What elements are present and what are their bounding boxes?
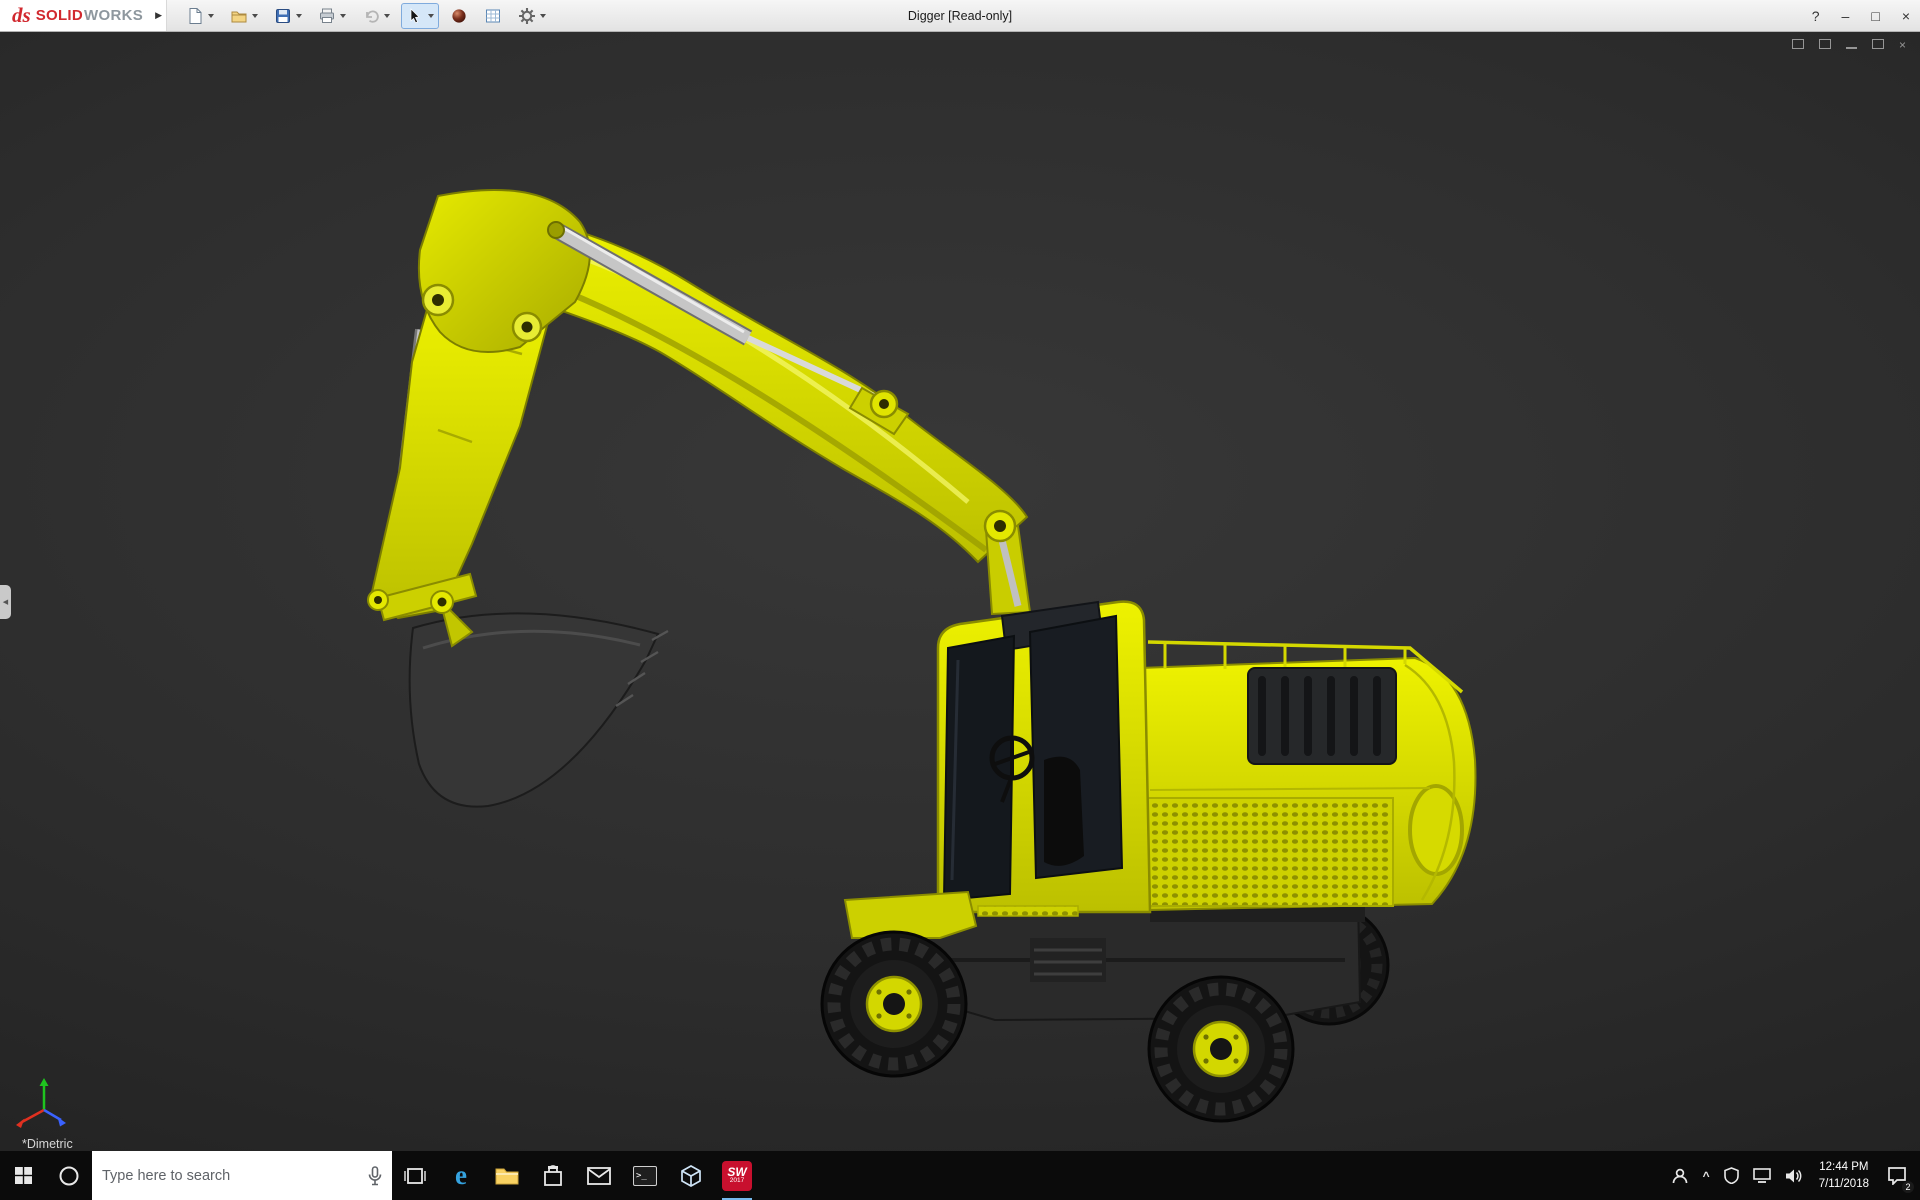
window-title: Digger [Read-only] xyxy=(908,0,1012,32)
solidworks-logo: ds SOLID WORKS xyxy=(0,0,151,31)
security-button[interactable] xyxy=(1717,1151,1746,1200)
shield-icon xyxy=(1724,1167,1739,1184)
speaker-icon xyxy=(1785,1168,1803,1184)
undo-button[interactable] xyxy=(357,3,395,29)
taskbar-search[interactable] xyxy=(92,1151,392,1200)
document-window-controls: × xyxy=(1792,39,1906,51)
print-icon xyxy=(318,7,336,25)
store-button[interactable] xyxy=(530,1151,576,1200)
orientation-label: *Dimetric xyxy=(22,1137,73,1151)
side-panel-collapse-handle[interactable]: ◀ xyxy=(0,585,11,619)
3d-viewer-button[interactable] xyxy=(668,1151,714,1200)
taskbar-search-input[interactable] xyxy=(102,1168,360,1184)
excavator-3d-model[interactable] xyxy=(0,32,1920,1151)
open-button[interactable] xyxy=(225,3,263,29)
task-view-icon xyxy=(404,1165,426,1187)
task-view-button[interactable] xyxy=(392,1151,438,1200)
clock-time: 12:44 PM xyxy=(1819,1159,1869,1175)
tray-expand-button[interactable]: ^ xyxy=(1696,1151,1717,1200)
3d-viewport[interactable]: × ◀ xyxy=(0,32,1920,1151)
sphere-icon xyxy=(450,7,468,25)
close-doc-icon[interactable]: × xyxy=(1899,39,1906,51)
engine-housing xyxy=(1108,642,1475,910)
taskbar-clock[interactable]: 12:44 PM 7/11/2018 xyxy=(1810,1159,1878,1191)
cascade-window-icon[interactable] xyxy=(1819,39,1831,51)
edge-button[interactable]: e xyxy=(438,1151,484,1200)
folder-icon xyxy=(495,1166,519,1186)
maximize-button[interactable]: □ xyxy=(1871,9,1879,23)
restore-doc-icon[interactable] xyxy=(1872,39,1884,51)
cortana-button[interactable] xyxy=(46,1151,92,1200)
bucket xyxy=(410,613,668,806)
chevron-up-icon: ^ xyxy=(1703,1169,1710,1183)
dropdown-caret[interactable] xyxy=(540,14,546,18)
mass-properties-button[interactable] xyxy=(445,3,473,29)
solidworks-taskbar-button[interactable]: SW 2017 xyxy=(714,1151,760,1200)
options-button[interactable] xyxy=(513,3,551,29)
console-button[interactable]: >_ xyxy=(622,1151,668,1200)
minimize-button[interactable]: – xyxy=(1842,9,1850,23)
solidworks-app-icon: SW 2017 xyxy=(722,1161,752,1191)
windows-logo-icon xyxy=(15,1167,32,1184)
save-floppy-icon xyxy=(274,7,292,25)
dropdown-caret[interactable] xyxy=(296,14,302,18)
volume-button[interactable] xyxy=(1778,1151,1810,1200)
brand-solid: SOLID xyxy=(36,7,83,24)
people-button[interactable] xyxy=(1664,1151,1696,1200)
clock-date: 7/11/2018 xyxy=(1819,1176,1869,1192)
window-controls: ? – □ × xyxy=(1812,0,1910,32)
mail-button[interactable] xyxy=(576,1151,622,1200)
new-document-button[interactable] xyxy=(181,3,219,29)
action-center-button[interactable]: 2 xyxy=(1878,1151,1916,1200)
cube-icon xyxy=(680,1165,702,1187)
save-button[interactable] xyxy=(269,3,307,29)
open-folder-icon xyxy=(230,7,248,25)
sheet-button[interactable] xyxy=(479,3,507,29)
menu-expand-arrow[interactable]: ▶ xyxy=(151,0,167,31)
system-tray: ^ 12:44 PM 7/11/2018 2 xyxy=(1664,1151,1920,1200)
cortana-circle-icon xyxy=(58,1165,80,1187)
ds-logo-icon: ds xyxy=(12,5,31,26)
file-explorer-button[interactable] xyxy=(484,1151,530,1200)
network-icon xyxy=(1753,1168,1771,1183)
help-button[interactable]: ? xyxy=(1812,9,1820,23)
select-cursor-icon xyxy=(406,7,424,25)
microphone-icon[interactable] xyxy=(368,1166,382,1186)
front-right-wheel xyxy=(1149,977,1293,1121)
dropdown-caret[interactable] xyxy=(428,14,434,18)
start-button[interactable] xyxy=(0,1151,46,1200)
mail-envelope-icon xyxy=(587,1167,611,1185)
front-left-wheel xyxy=(822,932,966,1076)
store-bag-icon xyxy=(543,1165,563,1187)
notification-badge: 2 xyxy=(1902,1181,1914,1193)
dropdown-caret[interactable] xyxy=(208,14,214,18)
minimize-doc-icon[interactable] xyxy=(1846,39,1857,51)
app-menubar: ds SOLID WORKS ▶ xyxy=(0,0,1920,32)
front-fender xyxy=(845,892,976,938)
network-button[interactable] xyxy=(1746,1151,1778,1200)
close-button[interactable]: × xyxy=(1902,9,1910,23)
undo-icon xyxy=(362,7,380,25)
dropdown-caret[interactable] xyxy=(252,14,258,18)
gear-icon xyxy=(518,7,536,25)
windows-taskbar: e >_ SW 2017 xyxy=(0,1151,1920,1200)
new-window-icon[interactable] xyxy=(1792,39,1804,51)
console-icon: >_ xyxy=(633,1166,657,1186)
brand-works: WORKS xyxy=(84,7,143,24)
select-tool-button[interactable] xyxy=(401,3,439,29)
sheet-grid-icon xyxy=(484,7,502,25)
orientation-triad xyxy=(16,1078,66,1128)
main-toolbar xyxy=(181,3,551,29)
print-button[interactable] xyxy=(313,3,351,29)
dropdown-caret[interactable] xyxy=(340,14,346,18)
cab xyxy=(938,602,1150,916)
new-document-icon xyxy=(186,7,204,25)
people-icon xyxy=(1671,1167,1689,1185)
edge-icon: e xyxy=(455,1162,467,1189)
dropdown-caret[interactable] xyxy=(384,14,390,18)
